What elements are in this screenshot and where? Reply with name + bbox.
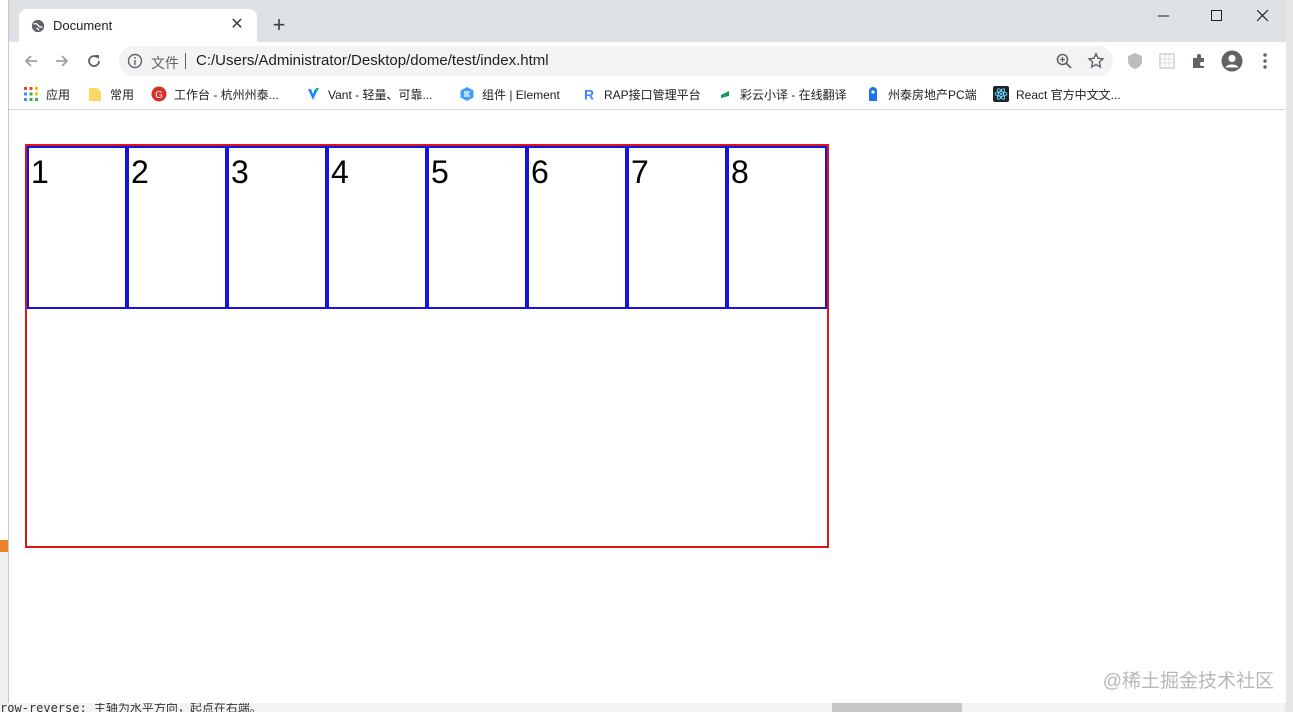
bookmark-label: 组件 | Element [482,88,560,102]
minimize-icon [1158,15,1169,17]
property-icon [869,87,877,101]
flex-item-number: 8 [731,154,749,190]
background-code-text: row-reverse: 主轴为水平方向，起点在右端。 [0,703,262,712]
flex-item-number: 1 [31,154,49,190]
flex-item-number: 3 [231,154,249,190]
workbench-icon: G [151,86,167,102]
flex-container: 1 2 3 4 5 6 7 8 [25,144,829,548]
globe-icon [31,19,45,33]
toolbar: 文件 C:/Users/Administrator/Desktop/dome/t… [9,42,1286,79]
background-accent [0,540,8,552]
page-viewport: 1 2 3 4 5 6 7 8 @稀土掘金技术社区 [9,110,1286,703]
scheme-label: 文件 [151,55,179,71]
minimize-button[interactable] [1141,4,1187,28]
rap-icon: R [584,87,594,103]
bookmark-label: 应用 [46,88,71,102]
react-icon [993,86,1009,102]
arrow-right-icon [56,55,69,67]
svg-text:R: R [584,87,594,103]
flex-item: 8 [727,146,827,309]
bookmark-label: 彩云小译 - 在线翻译 [740,88,847,102]
flex-item-number: 2 [131,154,149,190]
element-icon [460,87,474,101]
maximize-icon [1211,10,1222,21]
tab-title: Document [53,18,113,33]
reload-icon [88,55,100,67]
forward-button[interactable] [49,48,75,74]
zoom-icon[interactable] [1055,52,1073,70]
profile-avatar-icon[interactable] [1221,50,1243,72]
flex-item: 1 [27,146,127,309]
new-tab-button[interactable]: + [267,14,291,38]
flex-item-number: 4 [331,154,349,190]
background-panel [832,703,962,712]
reload-button[interactable] [81,48,107,74]
maximize-button[interactable] [1194,4,1240,28]
bookmark-label: RAP接口管理平台 [604,88,701,102]
bookmark-label: React 官方中文文... [1016,88,1121,102]
flex-item: 4 [327,146,427,309]
back-button[interactable] [18,48,44,74]
flex-item: 2 [127,146,227,309]
bookmark-label: 州泰房地产PC端 [888,88,977,102]
browser-window: Document ✕ + 文件 C:/Users/Administrator/D [8,0,1286,703]
background-window-edge [0,540,8,712]
flex-item-number: 6 [531,154,549,190]
flex-item-number: 7 [631,154,649,190]
bookmark-label: 常用 [110,88,135,102]
caiyun-icon [721,91,729,98]
star-icon[interactable] [1087,52,1105,70]
close-icon [1256,9,1269,22]
bookmark-label: 工作台 - 杭州州泰... [174,88,279,102]
bookmark-label: Vant - 轻量、可靠... [328,88,433,102]
svg-text:G: G [155,90,163,101]
flex-item: 7 [627,146,727,309]
grid-extension-icon[interactable] [1157,51,1177,71]
window-close-button[interactable] [1240,4,1286,28]
folder-icon [89,88,101,101]
background-editor-strip: row-reverse: 主轴为水平方向，起点在右端。 [0,703,1293,712]
tab-strip: Document ✕ + [9,0,1286,42]
vant-icon [308,88,319,100]
puzzle-icon[interactable] [1189,51,1209,71]
flex-item: 5 [427,146,527,309]
arrow-left-icon [24,55,37,67]
more-menu-icon[interactable] [1255,51,1275,71]
bookmarks-bar: 应用 常用 G 工作台 - 杭州州泰... Vant - 轻量、可靠... 组件… [9,79,1286,110]
tab-close-icon[interactable]: ✕ [227,15,247,35]
address-bar[interactable]: 文件 C:/Users/Administrator/Desktop/dome/t… [119,46,1113,76]
url-text[interactable]: C:/Users/Administrator/Desktop/dome/test… [196,52,549,69]
tab-document[interactable]: Document ✕ [19,9,257,42]
scheme-divider [185,53,186,69]
flex-item-number: 5 [431,154,449,190]
flex-item: 6 [527,146,627,309]
background-right-edge [1285,0,1293,712]
shield-extension-icon[interactable] [1125,51,1145,71]
watermark: @稀土掘金技术社区 [1102,671,1274,692]
flex-item: 3 [227,146,327,309]
apps-grid-icon [24,87,38,101]
info-icon[interactable] [127,53,143,69]
